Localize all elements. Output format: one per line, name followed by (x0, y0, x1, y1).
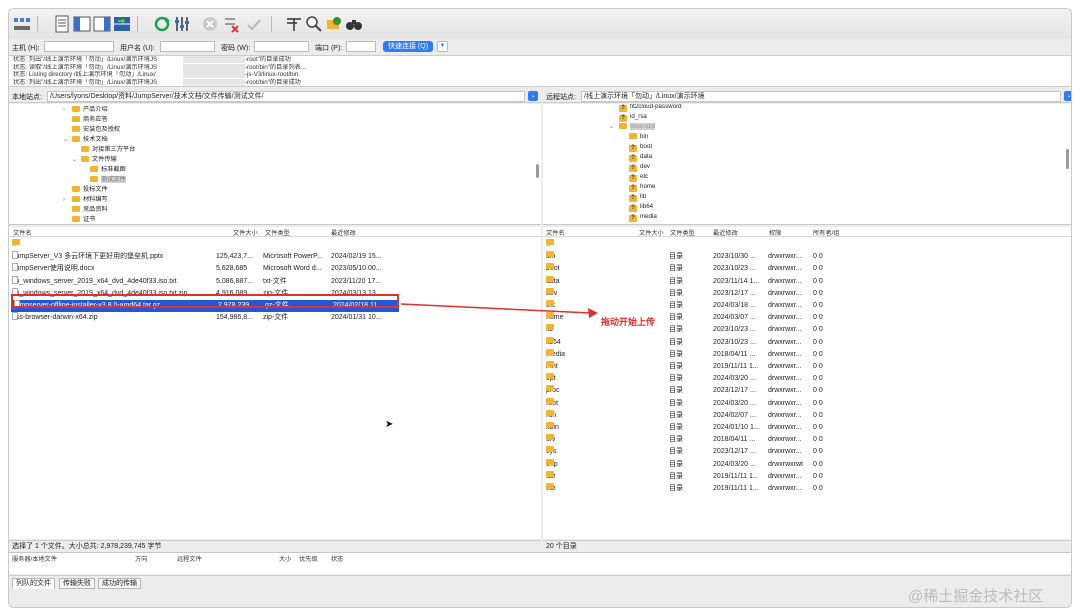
drag-annotation: 拖动开始上传 (601, 317, 656, 327)
watermark: @稀土掘金技术社区 (908, 588, 1044, 605)
filezilla-window: 主机 (H): 用户名 (U): 密码 (W): 端口 (P): 快速连接 (Q… (8, 8, 1072, 608)
mouse-pointer-icon: ➤ (385, 419, 394, 430)
drag-arrow (400, 303, 598, 318)
